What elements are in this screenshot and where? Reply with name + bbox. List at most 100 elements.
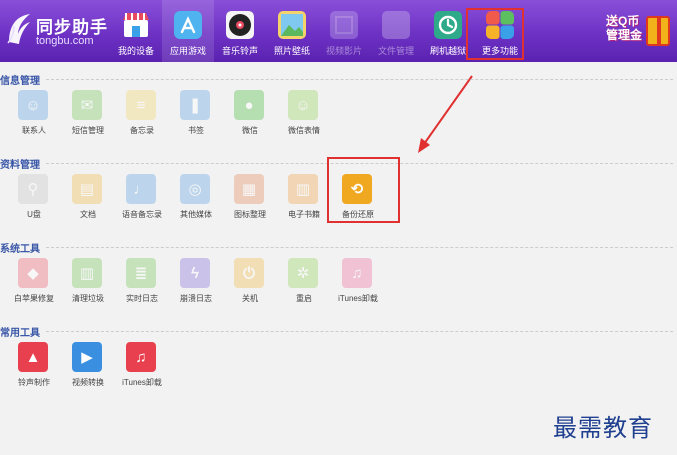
nav-photos-wallpapers[interactable]: 照片壁纸 [266,0,318,62]
tool-label: 联系人 [22,126,46,135]
tool-label: 其他媒体 [180,210,212,219]
icon-glyph: ϟ [191,264,199,282]
tool-memo[interactable]: ≡ 备忘录 [118,90,170,146]
power-icon: ⏻ [234,258,264,288]
folder-icon [382,11,410,39]
tool-restart[interactable]: ✲ 重启 [280,258,332,314]
tool-power[interactable]: ⏻ 关机 [226,258,278,314]
tool-itunes[interactable]: ♫ iTunes卸载 [118,342,170,398]
tool-itunes-uninstall[interactable]: ♫ iTunes卸载 [334,258,386,314]
tool-label: 崩溃日志 [180,294,212,303]
section-title: 常用工具 [0,328,40,339]
icon-glyph: ✲ [296,265,310,282]
flash-icon [434,11,462,39]
icon-glyph: ▲ [25,348,41,366]
tool-icon-arrange[interactable]: ▦ 图标整理 [226,174,278,230]
icon-glyph: ⏻ [243,264,255,282]
icon-glyph: ❚ [188,97,202,114]
sms-icon: ✉ [72,90,102,120]
tool-label: 铃声制作 [18,378,50,387]
apple-repair-icon: ◆ [18,258,48,288]
tool-voice-memo[interactable]: ♩ 语音备忘录 [118,174,170,230]
app-logo[interactable]: 同步助手 tongbu.com [6,10,116,52]
icon-glyph: ♩ [133,180,149,198]
tool-label: 实时日志 [126,294,158,303]
tool-label: 图标整理 [234,210,266,219]
section-divider [46,79,673,80]
section-title: 系统工具 [0,244,40,255]
tool-label: 白苹果修复 [14,294,54,303]
icon-glyph: ♫ [351,264,363,282]
tool-label: iTunes卸载 [338,294,378,303]
nav-apps-games[interactable]: 应用游戏 [162,0,214,62]
section-divider [46,247,673,248]
promo-text: 送Q币 管理金 [606,14,643,42]
tool-usb[interactable]: ⚲ U盘 [10,174,62,230]
bookmark-icon: ❚ [180,90,210,120]
icon-glyph: ☺ [25,96,41,114]
gift-icon [646,16,670,46]
tool-document[interactable]: ▤ 文档 [64,174,116,230]
log-icon: ≣ [126,258,156,288]
promo-banner[interactable]: 送Q币 管理金 [600,10,674,52]
watermark: 最需教育 [553,414,653,442]
trash-icon: ▥ [72,258,102,288]
tool-label: iTunes卸载 [122,378,162,387]
tool-log[interactable]: ≣ 实时日志 [118,258,170,314]
nav-music-ringtones[interactable]: 音乐铃声 [214,0,266,62]
photo-icon [278,11,306,39]
tool-wechat[interactable]: ● 微信 [226,90,278,146]
icon-glyph: ◎ [188,181,202,198]
icon-glyph: ▥ [79,265,95,282]
emoji-icon: ☺ [288,90,318,120]
icon-glyph: ● [244,96,254,114]
appstore-icon [174,11,202,39]
icon-glyph: ⚲ [27,181,39,198]
icon-arrange-icon: ▦ [234,174,264,204]
nav-videos[interactable]: 视频影片 [318,0,370,62]
icon-glyph: ▥ [295,181,311,198]
section-title: 资料管理 [0,160,40,171]
tool-crash-log[interactable]: ϟ 崩溃日志 [172,258,224,314]
tool-trash[interactable]: ▥ 清理垃圾 [64,258,116,314]
tool-video-convert[interactable]: ▶ 视频转换 [64,342,116,398]
icon-glyph: ▶ [81,349,93,366]
usb-icon: ⚲ [18,174,48,204]
tool-ringtone[interactable]: ▲ 铃声制作 [10,342,62,398]
tool-media[interactable]: ◎ 其他媒体 [172,174,224,230]
tool-label: 重启 [296,294,312,303]
tool-sms[interactable]: ✉ 短信管理 [64,90,116,146]
contacts-icon: ☺ [18,90,48,120]
store-icon [123,13,149,37]
section-title: 信息管理 [0,76,40,87]
tool-label: 文档 [80,210,96,219]
logo-subtitle: tongbu.com [36,35,94,47]
media-icon: ◎ [180,174,210,204]
section-divider [46,331,673,332]
tool-ebook[interactable]: ▥ 电子书籍 [280,174,332,230]
icon-glyph: ≣ [134,265,148,282]
icon-glyph: ▦ [241,181,257,198]
logo-mark-icon [7,14,30,44]
icon-glyph: ✉ [80,97,94,114]
wechat-icon: ● [234,90,264,120]
icon-glyph: ♫ [135,348,147,366]
tool-apple-repair[interactable]: ◆ 白苹果修复 [10,258,62,314]
highlight-backup-restore [327,157,400,223]
tool-bookmark[interactable]: ❚ 书签 [172,90,224,146]
nav-file-management[interactable]: 文件管理 [370,0,422,62]
video-icon [330,11,358,39]
tool-label: 关机 [242,294,258,303]
tool-label: 微信 [242,126,258,135]
tool-label: 电子书籍 [288,210,320,219]
itunes-uninstall-icon: ♫ [342,258,372,288]
tool-emoji[interactable]: ☺ 微信表情 [280,90,332,146]
icon-glyph: ▤ [79,181,95,198]
tool-contacts[interactable]: ☺ 联系人 [10,90,62,146]
ebook-icon: ▥ [288,174,318,204]
icon-glyph: ☺ [295,96,311,114]
tool-label: 备忘录 [130,126,154,135]
tool-label: 语音备忘录 [122,210,162,219]
tool-label: 微信表情 [288,126,320,135]
nav-my-device[interactable]: 我的设备 [110,0,162,62]
